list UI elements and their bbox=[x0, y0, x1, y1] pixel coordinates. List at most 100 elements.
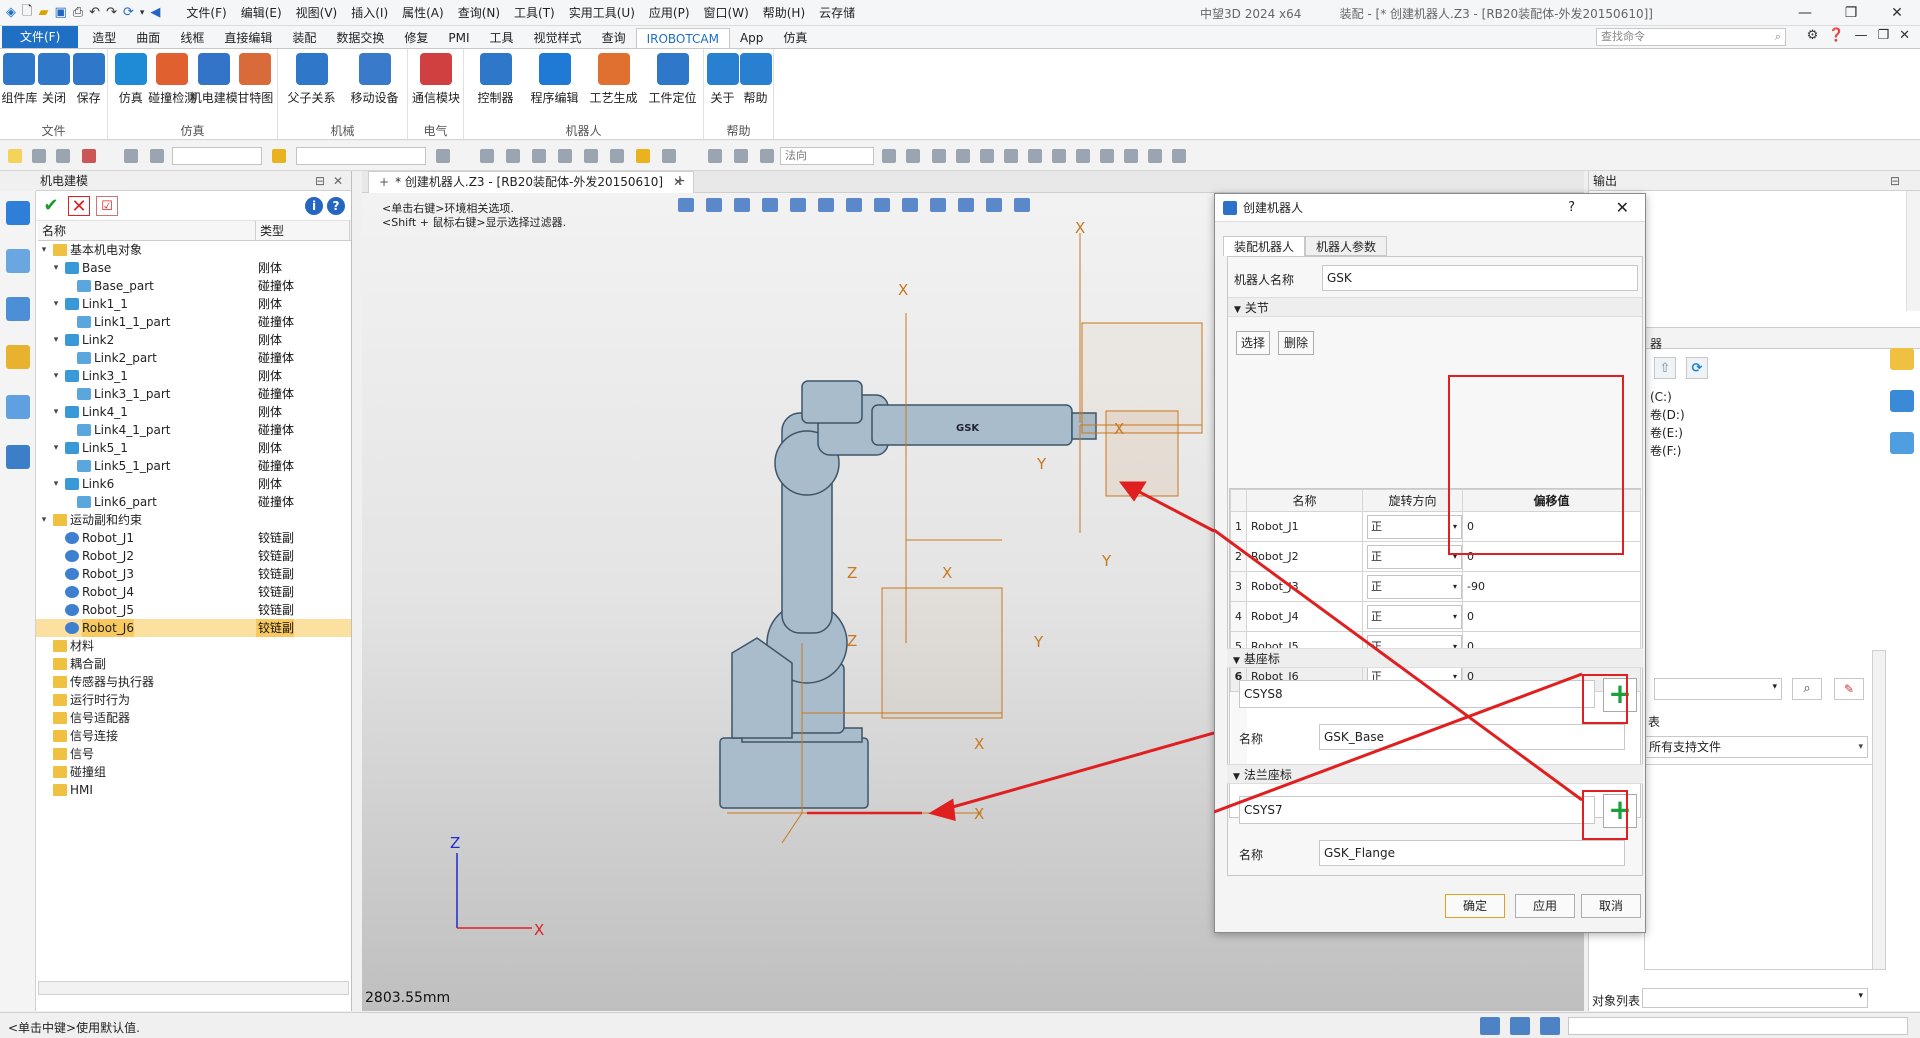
file-list-scrollbar[interactable] bbox=[1872, 650, 1886, 970]
dialog-close-icon[interactable]: ✕ bbox=[1616, 194, 1629, 222]
tree-row[interactable]: ▾ Link4_1 刚体 bbox=[36, 403, 351, 421]
status-input-box[interactable] bbox=[1568, 1017, 1908, 1035]
ribbon-button-2-1[interactable]: 移动设备 bbox=[349, 53, 401, 106]
snap-tool-icon-5[interactable] bbox=[980, 149, 994, 163]
panel-close-icon[interactable]: ✕ bbox=[333, 171, 343, 191]
status-view-icon-3[interactable] bbox=[1540, 1017, 1560, 1035]
palette-dock-icon[interactable] bbox=[1890, 390, 1914, 412]
up-folder-icon[interactable]: ⇧ bbox=[1654, 357, 1676, 379]
ribbon-tab-0[interactable]: 文件(F) bbox=[2, 26, 79, 48]
minimize-icon[interactable]: — bbox=[1782, 0, 1828, 26]
new-tab-icon[interactable]: + bbox=[674, 173, 686, 189]
tool-icon-3[interactable] bbox=[506, 149, 520, 163]
ribbon-button-3-0[interactable]: 通信模块 bbox=[410, 53, 462, 106]
tree-row[interactable]: Link4_1_part 碰撞体 bbox=[36, 421, 351, 439]
ribbon-tab-3[interactable]: 线框 bbox=[170, 28, 214, 48]
ribbon-minimize-icon[interactable]: — bbox=[1854, 28, 1867, 43]
history-icon[interactable] bbox=[6, 297, 30, 321]
snap-icon[interactable] bbox=[82, 149, 96, 163]
save-icon[interactable]: ▣ bbox=[54, 5, 66, 20]
snap-tool-icon-12[interactable] bbox=[1148, 149, 1162, 163]
tree-row[interactable]: 材料 bbox=[36, 637, 351, 655]
tree-row[interactable]: ▾ 运动副和约束 bbox=[36, 511, 351, 529]
file-list[interactable] bbox=[1644, 764, 1884, 970]
snap-tool-icon-8[interactable] bbox=[1052, 149, 1066, 163]
tree-toggle-icon[interactable]: ▾ bbox=[50, 331, 62, 349]
tree-toggle-icon[interactable]: ▾ bbox=[50, 475, 62, 493]
part-library-icon[interactable] bbox=[6, 345, 30, 369]
tree-row[interactable]: Robot_J5 铰链副 bbox=[36, 601, 351, 619]
column-name-header[interactable]: 名称 bbox=[38, 221, 256, 240]
drive-item[interactable]: (C:) bbox=[1650, 388, 1685, 406]
menu-item-4[interactable]: 属性(A) bbox=[402, 4, 444, 21]
ribbon-button-4-2[interactable]: 工艺生成 bbox=[588, 53, 640, 106]
clear-filter-icon[interactable]: ✎ bbox=[1834, 678, 1864, 700]
menu-item-5[interactable]: 查询(N) bbox=[458, 4, 500, 21]
layer-combo[interactable] bbox=[296, 147, 426, 165]
tree-row[interactable]: 运行时行为 bbox=[36, 691, 351, 709]
tree-toggle-icon[interactable]: ▾ bbox=[50, 259, 62, 277]
tree-toggle-icon[interactable]: ▾ bbox=[38, 241, 50, 259]
tool-icon-10[interactable] bbox=[708, 149, 722, 163]
tree-toggle-icon[interactable]: ▾ bbox=[50, 403, 62, 421]
tree-row[interactable]: 信号适配器 bbox=[36, 709, 351, 727]
help-circle-icon[interactable]: ? bbox=[327, 197, 345, 215]
ok-button[interactable]: 确定 bbox=[1445, 894, 1505, 918]
status-view-icon-2[interactable] bbox=[1510, 1017, 1530, 1035]
print-icon[interactable]: ⎙ bbox=[73, 5, 83, 20]
tree-toggle-icon[interactable]: ▾ bbox=[50, 295, 62, 313]
tab-assemble-robot[interactable]: 装配机器人 bbox=[1223, 236, 1306, 256]
tool-icon-7[interactable] bbox=[610, 149, 624, 163]
menu-item-0[interactable]: 文件(F) bbox=[186, 4, 226, 21]
file-search-combo[interactable]: ▾ bbox=[1654, 678, 1782, 700]
ribbon-button-4-0[interactable]: 控制器 bbox=[470, 53, 522, 106]
robot-name-input[interactable]: GSK bbox=[1322, 265, 1638, 291]
tree-row[interactable]: Link1_1_part 碰撞体 bbox=[36, 313, 351, 331]
snap-tool-icon-13[interactable] bbox=[1172, 149, 1186, 163]
drive-item[interactable]: 卷(F:) bbox=[1650, 442, 1685, 460]
file-type-filter[interactable]: 所有支持文件 ▾ bbox=[1644, 736, 1868, 758]
tab-robot-params[interactable]: 机器人参数 bbox=[1305, 236, 1388, 256]
tree-row[interactable]: Link5_1_part 碰撞体 bbox=[36, 457, 351, 475]
ribbon-restore-icon[interactable]: ❐ bbox=[1877, 28, 1889, 43]
tree-row[interactable]: ▾ Link2 刚体 bbox=[36, 331, 351, 349]
tree-row[interactable]: Link3_1_part 碰撞体 bbox=[36, 385, 351, 403]
tree-row[interactable]: ▾ Link6 刚体 bbox=[36, 475, 351, 493]
stop-icon[interactable] bbox=[760, 149, 774, 163]
tree-row[interactable]: 信号 bbox=[36, 745, 351, 763]
column-type-header[interactable]: 类型 bbox=[256, 221, 350, 240]
ribbon-close-icon[interactable]: ✕ bbox=[1899, 28, 1910, 43]
tree-row[interactable]: 传感器与执行器 bbox=[36, 673, 351, 691]
drive-item[interactable]: 卷(D:) bbox=[1650, 406, 1685, 424]
snap-tool-icon-3[interactable] bbox=[932, 149, 946, 163]
tree-row[interactable]: ▾ Link5_1 刚体 bbox=[36, 439, 351, 457]
delete-joint-button[interactable]: 删除 bbox=[1278, 331, 1314, 355]
ribbon-button-4-1[interactable]: 程序编辑 bbox=[529, 53, 581, 106]
tree-row[interactable]: 碰撞组 bbox=[36, 763, 351, 781]
restore-icon[interactable]: ❐ bbox=[1828, 0, 1874, 26]
line-icon[interactable] bbox=[56, 149, 70, 163]
menu-item-3[interactable]: 插入(I) bbox=[351, 4, 388, 21]
tree-row[interactable]: Robot_J4 铰链副 bbox=[36, 583, 351, 601]
tool-icon-6[interactable] bbox=[584, 149, 598, 163]
tree-row[interactable]: Robot_J6 铰链副 bbox=[36, 619, 351, 637]
menu-item-2[interactable]: 视图(V) bbox=[296, 4, 338, 21]
ribbon-tab-4[interactable]: 直接编辑 bbox=[214, 28, 282, 48]
tree-toggle-icon[interactable]: ▾ bbox=[50, 439, 62, 457]
menu-item-10[interactable]: 帮助(H) bbox=[763, 4, 805, 21]
tree-toggle-icon[interactable]: ▾ bbox=[38, 511, 50, 529]
ribbon-tab-7[interactable]: 修复 bbox=[394, 28, 438, 48]
menu-item-1[interactable]: 编辑(E) bbox=[241, 4, 282, 21]
tree-row[interactable]: Base_part 碰撞体 bbox=[36, 277, 351, 295]
menu-item-7[interactable]: 实用工具(U) bbox=[569, 4, 635, 21]
object-list-combo[interactable]: ▾ bbox=[1642, 988, 1868, 1008]
menu-item-8[interactable]: 应用(P) bbox=[649, 4, 690, 21]
new-file-icon[interactable]: 🗋 bbox=[22, 2, 32, 24]
move-icon[interactable] bbox=[32, 149, 46, 163]
layer-icon[interactable] bbox=[272, 149, 286, 163]
tree-row[interactable]: Link2_part 碰撞体 bbox=[36, 349, 351, 367]
output-vertical-scrollbar[interactable] bbox=[1906, 191, 1920, 311]
layers-dock-icon[interactable] bbox=[1890, 432, 1914, 454]
user-icon[interactable] bbox=[6, 445, 30, 469]
tree-row[interactable]: ▾ Link3_1 刚体 bbox=[36, 367, 351, 385]
